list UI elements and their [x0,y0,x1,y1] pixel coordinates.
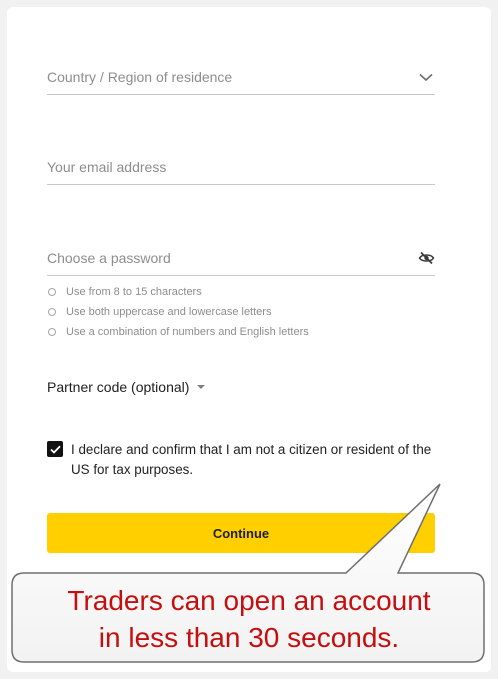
chevron-down-icon[interactable] [417,68,435,86]
country-placeholder: Country / Region of residence [47,69,233,85]
partner-code-toggle[interactable]: Partner code (optional) [47,379,206,395]
email-field[interactable]: Your email address [47,155,435,185]
rule-bullet-icon [48,328,56,336]
callout-text-line-1: Traders can open an account [67,585,431,616]
rule-bullet-icon [48,308,56,316]
declaration-text: I declare and confirm that I am not a ci… [71,442,432,477]
password-rule-text: Use from 8 to 15 characters [66,286,202,298]
partner-code-label: Partner code (optional) [47,379,190,395]
password-rule: Use both uppercase and lowercase letters [47,302,447,322]
email-placeholder: Your email address [47,159,167,175]
password-placeholder: Choose a password [47,250,171,266]
password-rule: Use a combination of numbers and English… [47,322,447,342]
eye-slash-icon[interactable] [417,249,435,267]
password-rules-list: Use from 8 to 15 characters Use both upp… [47,282,447,342]
continue-button[interactable]: Continue [47,513,435,553]
password-field[interactable]: Choose a password [47,246,435,276]
password-rule-text: Use a combination of numbers and English… [66,326,309,338]
country-select[interactable]: Country / Region of residence [47,65,435,95]
rule-bullet-icon [48,288,56,296]
checkmark-icon [49,445,61,454]
callout-text-line-2: in less than 30 seconds. [98,622,400,653]
caret-down-icon [197,385,206,389]
password-rule-text: Use both uppercase and lowercase letters [66,306,272,318]
declaration-checkbox[interactable] [47,441,63,457]
password-rule: Use from 8 to 15 characters [47,282,447,302]
